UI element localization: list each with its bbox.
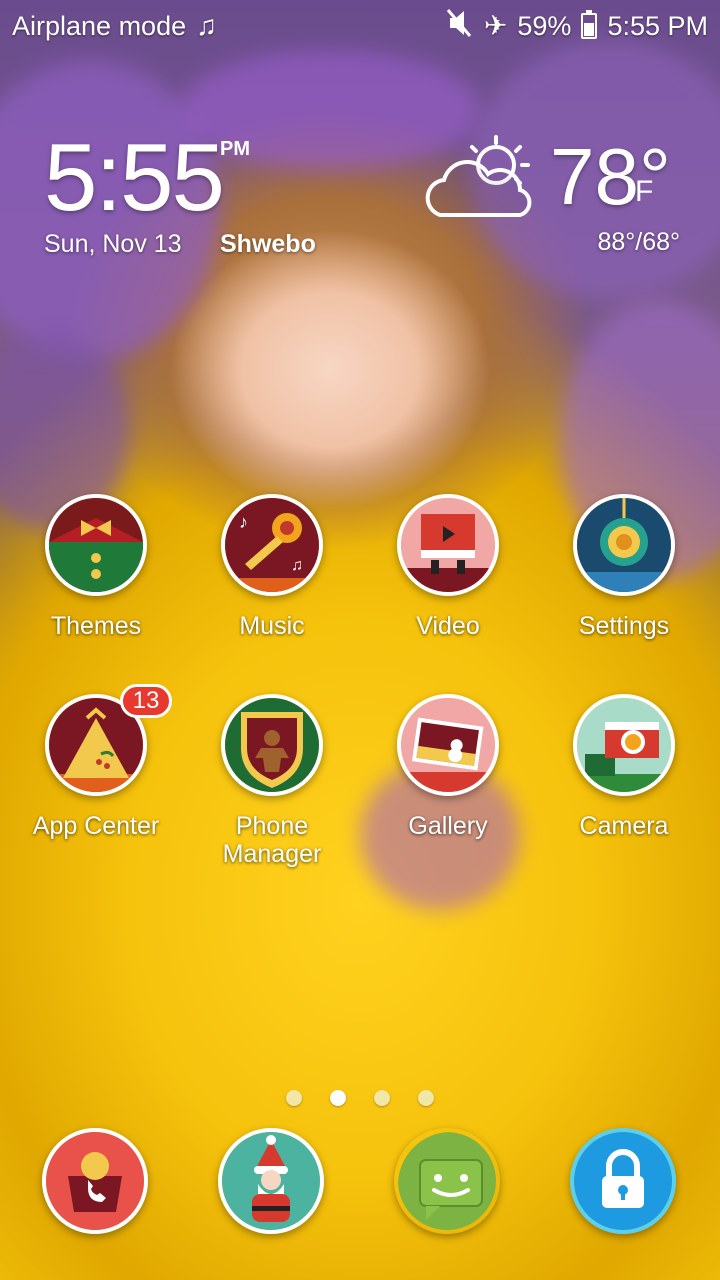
mute-icon (446, 8, 474, 45)
notification-badge: 13 (120, 684, 172, 718)
app-label: App Center (32, 812, 160, 840)
phone-manager-icon (221, 694, 323, 796)
app-label: Video (416, 612, 480, 640)
battery-percent: 59% (517, 10, 572, 41)
temperature-high-low: 88°/68° (597, 228, 680, 256)
clock-ampm: PM (220, 138, 250, 160)
page-dot[interactable] (374, 1090, 390, 1106)
weather-widget[interactable]: 78° F 88°/68° (420, 135, 680, 265)
app-music[interactable]: ♪ ♫ Music (192, 494, 352, 640)
page-dot[interactable] (418, 1090, 434, 1106)
app-themes[interactable]: Themes (16, 494, 176, 640)
svg-text:♪: ♪ (239, 512, 248, 532)
page-dot[interactable] (286, 1090, 302, 1106)
clock-widget[interactable]: 5:55 PM Sun, Nov 13 Shwebo (44, 124, 316, 259)
partly-cloudy-icon (420, 135, 540, 230)
clock-city: Shwebo (220, 230, 316, 258)
app-label: Gallery (408, 812, 488, 840)
music-icon: ♪ ♫ (221, 494, 323, 596)
lock-icon[interactable] (570, 1128, 676, 1234)
clock-date: Sun, Nov 13 (44, 230, 182, 258)
video-icon (397, 494, 499, 596)
music-note-icon: ♫ (196, 10, 218, 41)
page-indicator (0, 1090, 720, 1106)
contacts-santa-icon[interactable] (218, 1128, 324, 1234)
clock-time: 5:55 (44, 124, 225, 231)
settings-icon (573, 494, 675, 596)
app-video[interactable]: Video (368, 494, 528, 640)
page-dot-active[interactable] (330, 1090, 346, 1106)
phone-icon[interactable] (42, 1128, 148, 1234)
app-gallery[interactable]: Gallery (368, 694, 528, 840)
app-label: Themes (50, 612, 142, 640)
temperature-unit: F (635, 175, 654, 208)
camera-icon (573, 694, 675, 796)
messaging-icon[interactable] (394, 1128, 500, 1234)
airplane-icon: ✈ (483, 10, 508, 41)
app-label: Phone Manager (222, 812, 322, 868)
gallery-icon (397, 694, 499, 796)
airplane-mode-label: Airplane mode (12, 10, 187, 41)
app-settings[interactable]: Settings (544, 494, 704, 640)
app-label: Camera (579, 812, 669, 840)
themes-icon (45, 494, 147, 596)
battery-icon (581, 10, 598, 39)
status-bar: Airplane mode ♫ ✈ 59% 5:55 PM (0, 0, 720, 52)
app-label: Music (239, 612, 305, 640)
app-app-center[interactable]: 13 App Center (16, 684, 176, 840)
app-label: Settings (578, 612, 670, 640)
app-camera[interactable]: Camera (544, 694, 704, 840)
svg-text:♫: ♫ (291, 557, 303, 574)
app-phone-manager[interactable]: Phone Manager (192, 694, 352, 868)
status-time: 5:55 PM (607, 10, 708, 41)
